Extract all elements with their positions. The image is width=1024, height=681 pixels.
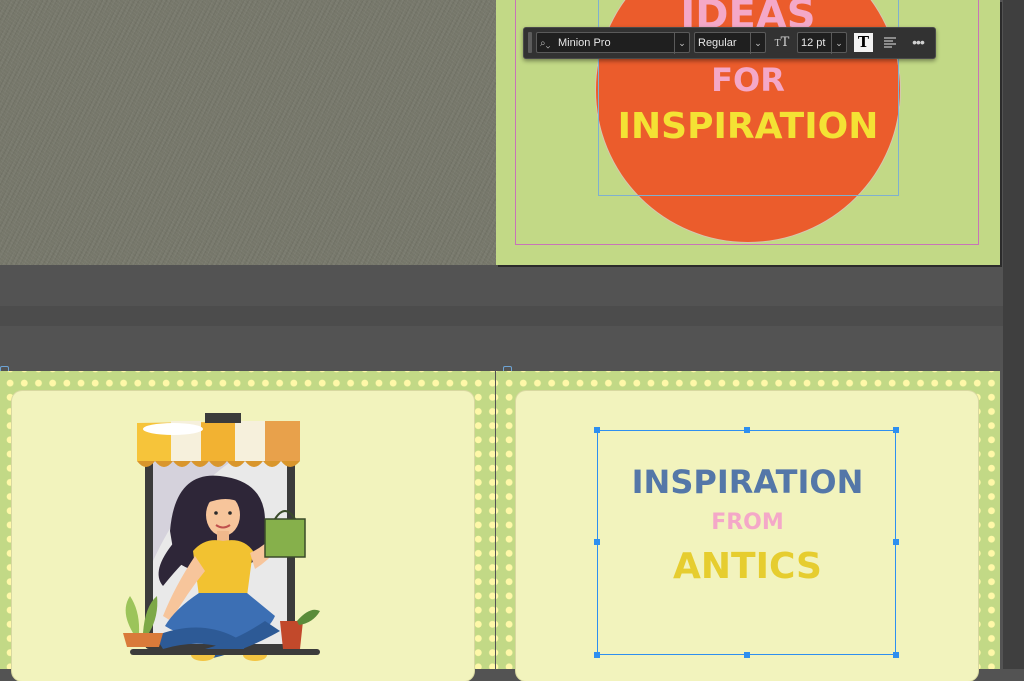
- font-style-field[interactable]: Regular ⌄: [694, 32, 766, 54]
- chevron-down-icon[interactable]: ⌄: [831, 33, 846, 54]
- vertical-scrollbar[interactable]: [1003, 0, 1024, 669]
- resize-handle-tm[interactable]: [744, 427, 750, 433]
- card-title-from: FROM: [711, 510, 784, 535]
- font-size-value: 12 pt: [801, 37, 826, 49]
- spread-gap-band: [0, 306, 1003, 326]
- resize-handle-mr[interactable]: [893, 539, 899, 545]
- resize-handle-tr[interactable]: [893, 427, 899, 433]
- text-properties-bar: ⌕⌄ Minion Pro ⌄ Regular ⌄ TT 12 pt ⌄ T •…: [523, 27, 936, 59]
- pasteboard-texture: [0, 0, 496, 265]
- grip-icon[interactable]: [528, 32, 532, 53]
- resize-handle-ml[interactable]: [594, 539, 600, 545]
- resize-handle-tl[interactable]: [594, 427, 600, 433]
- bottom-right-page[interactable]: INSPIRATION FROM ANTICS: [496, 371, 1000, 681]
- text-frame-icon[interactable]: T: [854, 33, 873, 52]
- align-icon[interactable]: [880, 32, 900, 53]
- selected-text-frame[interactable]: INSPIRATION FROM ANTICS: [594, 427, 899, 658]
- more-icon[interactable]: •••: [907, 32, 929, 53]
- chevron-down-icon[interactable]: ⌄: [674, 33, 689, 54]
- title-inspiration: INSPIRATION: [617, 106, 879, 147]
- search-icon: ⌕⌄: [540, 38, 551, 49]
- font-family-value: Minion Pro: [558, 37, 611, 49]
- chevron-down-icon[interactable]: ⌄: [750, 33, 765, 54]
- font-size-field[interactable]: 12 pt ⌄: [797, 32, 847, 54]
- bottom-left-page[interactable]: [0, 371, 495, 681]
- resize-handle-br[interactable]: [893, 652, 899, 658]
- woman-shopping-illustration: [123, 413, 320, 661]
- title-for: FOR: [711, 61, 785, 99]
- font-family-field[interactable]: ⌕⌄ Minion Pro ⌄: [536, 32, 690, 54]
- resize-handle-bl[interactable]: [594, 652, 600, 658]
- card-title-antics: ANTICS: [673, 546, 822, 587]
- font-style-value: Regular: [698, 37, 737, 49]
- text-size-icon[interactable]: TT: [771, 32, 793, 53]
- resize-handle-bm[interactable]: [744, 652, 750, 658]
- card-title-inspiration: INSPIRATION: [631, 463, 864, 501]
